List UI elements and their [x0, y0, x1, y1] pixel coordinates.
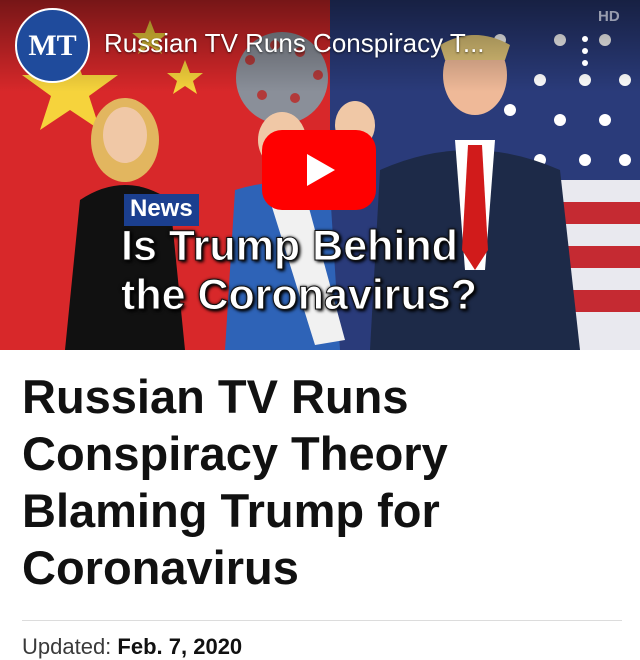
video-title[interactable]: Russian TV Runs Conspiracy T... [104, 28, 544, 59]
thumbnail-headline-line1: Is Trump Behind [121, 222, 459, 271]
hd-badge: HD [598, 8, 620, 25]
play-icon [307, 154, 335, 186]
video-player[interactable]: MT Russian TV Runs Conspiracy T... HD Ne… [0, 0, 640, 350]
kebab-menu-icon[interactable] [578, 36, 592, 72]
article: Russian TV Runs Conspiracy Theory Blamin… [0, 350, 640, 660]
updated-date: Feb. 7, 2020 [117, 634, 243, 659]
updated-label: Updated: [22, 634, 112, 659]
channel-logo[interactable]: MT [15, 8, 90, 83]
play-button[interactable] [262, 130, 376, 210]
thumbnail-headline-line2: the Coronavirus? [121, 271, 478, 320]
article-title[interactable]: Russian TV Runs Conspiracy Theory Blamin… [22, 368, 612, 596]
updated-line: Updated: Feb. 7, 2020 [22, 634, 618, 660]
thumbnail-headline: Is Trump Behind the Coronavirus? [121, 222, 640, 320]
divider [22, 620, 622, 621]
